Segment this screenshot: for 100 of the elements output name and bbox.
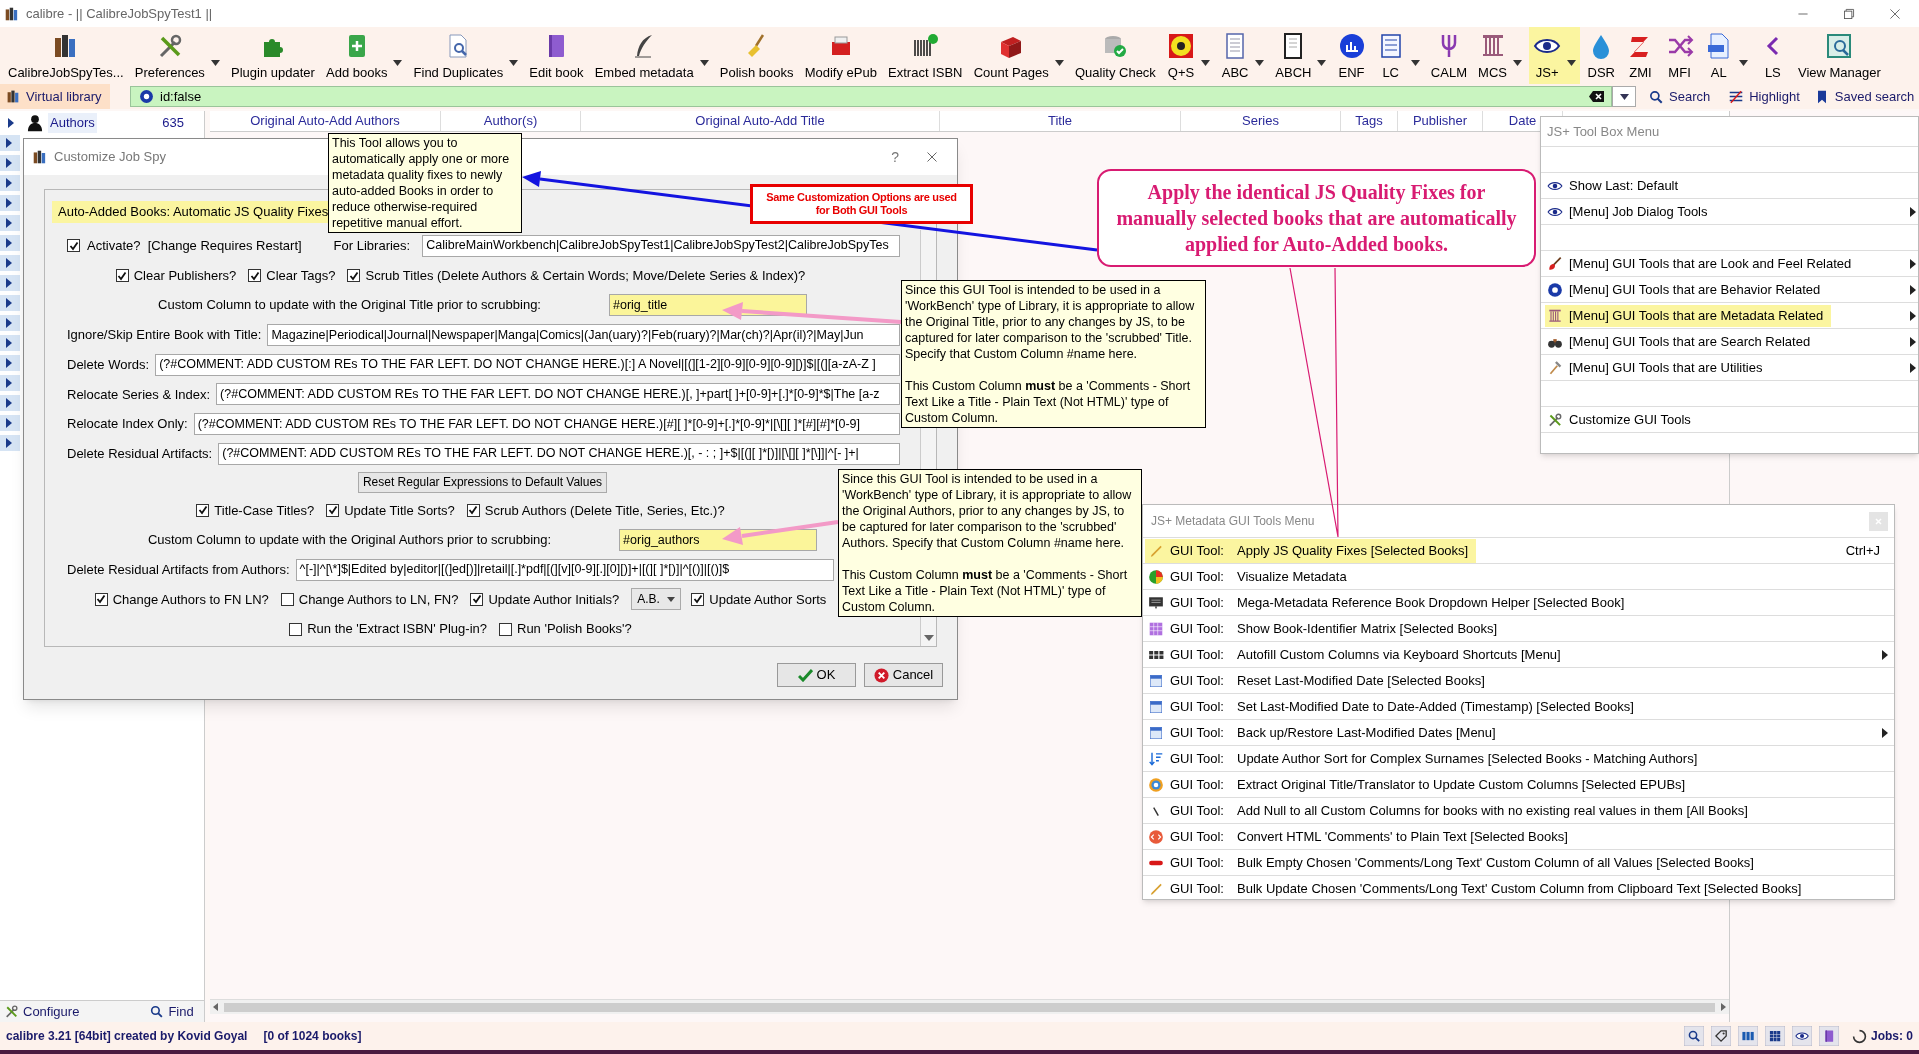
checkbox[interactable] bbox=[115, 269, 129, 283]
column-header[interactable]: Tags bbox=[1341, 111, 1398, 131]
column-header[interactable]: Publisher bbox=[1398, 111, 1483, 131]
toolbar-button[interactable]: Quality Check bbox=[1070, 27, 1160, 84]
cover-grid-icon[interactable] bbox=[1738, 1026, 1758, 1046]
input-field[interactable]: #orig_title bbox=[609, 294, 807, 317]
toolbar-button[interactable]: Count Pages bbox=[969, 27, 1068, 84]
menu-item[interactable]: GUI Tool: Mega-Metadata Reference Book Dropdown Helper [Selected Book] bbox=[1145, 590, 1633, 615]
menu-item[interactable]: GUI Tool: Reset Last-Modified Date [Selected Books] bbox=[1145, 668, 1493, 693]
input-field[interactable]: CalibreMainWorkbench|CalibreJobSpyTest1|CalibreJobSpyTest2|CalibreJobSpyTes bbox=[422, 234, 900, 257]
menu-item[interactable]: [Menu] GUI Tools that are Metadata Related bbox=[1545, 304, 1832, 327]
virtual-library-button[interactable]: Virtual library bbox=[0, 84, 110, 109]
menu-item[interactable]: GUI Tool: Apply JS Quality Fixes [Selected Books] bbox=[1145, 538, 1477, 563]
menu-item[interactable]: Customize GUI Tools bbox=[1545, 408, 1699, 431]
input-field[interactable]: #orig_authors bbox=[619, 529, 818, 552]
input-field[interactable]: (?#COMMENT: ADD CUSTOM REs TO THE FAR LEFT. DO NOT CHANGE HERE.)[, ]+part[ ]+[0-9]+[.]*[0-9]*$|The [a-z bbox=[216, 383, 900, 406]
ok-button[interactable]: OK bbox=[777, 663, 856, 687]
configure-button[interactable]: Configure bbox=[4, 1001, 80, 1022]
dropdown-arrow-icon[interactable] bbox=[1201, 59, 1210, 66]
dropdown-arrow-icon[interactable] bbox=[1255, 59, 1265, 66]
checkbox[interactable] bbox=[280, 592, 294, 606]
menu-item[interactable]: GUI Tool: Set Last-Modified Date to Date-Added (Timestamp) [Selected Books] bbox=[1145, 694, 1642, 719]
menu-item[interactable]: [Menu] GUI Tools that are Behavior Related bbox=[1545, 278, 1829, 301]
saved-search-button[interactable]: Saved search bbox=[1813, 86, 1915, 107]
toolbar-button[interactable]: Preferences bbox=[130, 27, 224, 84]
dropdown-arrow-icon[interactable] bbox=[1513, 59, 1522, 66]
column-header[interactable]: Original Auto-Add Authors bbox=[210, 111, 441, 131]
column-header[interactable]: Original Auto-Add Title bbox=[581, 111, 940, 131]
chart-icon[interactable] bbox=[1337, 31, 1366, 60]
menu-item[interactable]: GUI Tool: Update Author Sort for Complex Surnames [Selected Books - Matching Authors] bbox=[1145, 746, 1706, 771]
eye-icon[interactable] bbox=[1792, 1026, 1812, 1046]
toolbar-button[interactable]: Find Duplicates bbox=[409, 27, 523, 84]
menu-item[interactable]: GUI Tool: Visualize Metadata bbox=[1145, 564, 1355, 589]
input-field[interactable]: (?#COMMENT: ADD CUSTOM REs TO THE FAR LEFT. DO NOT CHANGE HERE.)[:] A Novel|[(][1-2][0-9][0-9][0-9][)]$|[(][a-zA-Z ] bbox=[155, 353, 900, 376]
toolbar-button[interactable]: MFI bbox=[1661, 27, 1698, 84]
toolbar-button[interactable]: Q+S bbox=[1163, 27, 1214, 84]
toolbar-button[interactable]: JS+ bbox=[1529, 27, 1581, 84]
toolbar-button[interactable]: DSR bbox=[1583, 27, 1620, 84]
menu-item[interactable]: GUI Tool: Bulk Empty Chosen 'Comments/Long Text' Custom Column of all Values [Selected Books] bbox=[1145, 850, 1762, 875]
input-field[interactable]: ^[-]|^[\*]$|Edited by|editor|[(]ed[)]|retail|[.]*pdf|[(][v][0-9][.][0][)]+|[(][ ]*[)]|^[()]|[()]$ bbox=[295, 558, 834, 581]
input-field[interactable]: (?#COMMENT: ADD CUSTOM REs TO THE FAR LEFT. DO NOT CHANGE HERE.)[#][ ]*[0-9]+[.]*[0-9]*|[\[][ ]*[#][#]*[0-9] bbox=[193, 412, 900, 435]
clear-icon[interactable] bbox=[1589, 90, 1605, 103]
toolbar-button[interactable]: LC bbox=[1372, 27, 1424, 84]
menu-item[interactable]: [Menu] GUI Tools that are Search Related bbox=[1545, 330, 1819, 353]
menu-item[interactable]: [Menu] GUI Tools that are Look and Feel Related bbox=[1545, 252, 1860, 275]
menu-item[interactable]: GUI Tool: Bulk Update Chosen 'Comments/Long Text' Custom Column from Clipboard Text [Selected Books] bbox=[1145, 876, 1810, 901]
toolbar-button[interactable]: MCS bbox=[1474, 27, 1526, 84]
dropdown-arrow-icon[interactable] bbox=[393, 59, 403, 66]
scrollbar[interactable] bbox=[210, 999, 1729, 1014]
toolbar-button[interactable]: CALM bbox=[1426, 27, 1471, 84]
menu-item[interactable]: GUI Tool: Convert HTML 'Comments' to Plain Text [Selected Books] bbox=[1145, 824, 1576, 849]
category-label[interactable]: Authors bbox=[48, 113, 97, 133]
dropdown-arrow-icon[interactable] bbox=[509, 59, 519, 66]
toolbar-button[interactable]: AL bbox=[1700, 27, 1752, 84]
toolbar-button[interactable]: ENF bbox=[1333, 27, 1370, 84]
toolbar-button[interactable]: Extract ISBN bbox=[884, 27, 967, 84]
reset-button[interactable]: Reset Regular Expressions to Default Values bbox=[357, 471, 608, 493]
menu-item[interactable]: [Menu] GUI Tools that are Utilities bbox=[1545, 356, 1771, 379]
column-header[interactable]: Title bbox=[940, 111, 1181, 131]
cancel-button[interactable]: Cancel bbox=[864, 663, 943, 687]
dropdown-arrow-icon[interactable] bbox=[1054, 59, 1064, 66]
menu-item[interactable]: Show Last: Default bbox=[1545, 174, 1687, 197]
input-field[interactable]: (?#COMMENT: ADD CUSTOM REs TO THE FAR LEFT. DO NOT CHANGE HERE.)[, - : ; ]+$|[(][ ]*[)]|[\[][ ]*[\]]|^[- ]+| bbox=[218, 442, 900, 465]
tag-icon[interactable] bbox=[1711, 1026, 1731, 1046]
toolbar-button[interactable]: ABCH bbox=[1271, 27, 1331, 84]
highlight-button[interactable]: Highlight bbox=[1728, 86, 1800, 107]
checkbox[interactable] bbox=[470, 592, 484, 606]
help-button[interactable]: ? bbox=[891, 146, 899, 168]
checkbox[interactable] bbox=[499, 622, 512, 636]
close-icon[interactable] bbox=[925, 150, 939, 164]
toolbar-button[interactable]: ABC bbox=[1217, 27, 1269, 84]
search-button[interactable]: Search bbox=[1648, 86, 1711, 107]
toolbar-button[interactable]: Embed metadata bbox=[590, 27, 713, 84]
settings-icon[interactable] bbox=[139, 89, 154, 104]
dropdown-arrow-icon[interactable] bbox=[1738, 59, 1748, 66]
input-field[interactable]: Magazine|Periodical|Journal|Newspaper|Manga|Comics|(Jan(uary)?|Feb(ruary)?|Mar(ch)?|Apr(il)?|May|Jun bbox=[267, 323, 900, 346]
toolbar-button[interactable]: Plugin updater bbox=[227, 27, 319, 84]
menu-item[interactable]: GUI Tool: Autofill Custom Columns via Keyboard Shortcuts [Menu] bbox=[1145, 642, 1569, 667]
dropdown-arrow-icon[interactable] bbox=[210, 59, 220, 66]
book-icon[interactable] bbox=[1819, 1026, 1839, 1046]
dropdown-button[interactable] bbox=[1612, 86, 1636, 107]
menu-item[interactable]: [Menu] Job Dialog Tools bbox=[1545, 200, 1716, 223]
column-header[interactable]: Author(s) bbox=[441, 111, 581, 131]
find-button[interactable]: Find bbox=[149, 1001, 194, 1022]
column-header[interactable]: Series bbox=[1181, 111, 1341, 131]
menu-item[interactable]: GUI Tool: Add Null to all Custom Columns for books with no existing real values in them [All Books] bbox=[1145, 798, 1756, 823]
dropdown-arrow-icon[interactable] bbox=[1410, 59, 1420, 66]
toolbar-button[interactable]: Polish books bbox=[715, 27, 798, 84]
menu-item[interactable]: GUI Tool: Show Book-Identifier Matrix [Selected Books] bbox=[1145, 616, 1506, 641]
checkbox[interactable] bbox=[248, 269, 262, 283]
dropdown-arrow-icon[interactable] bbox=[1317, 59, 1327, 66]
dropdown[interactable]: A.B. bbox=[631, 588, 682, 611]
scroll-down-icon[interactable] bbox=[923, 634, 934, 642]
toolbar-button[interactable]: CalibreJobSpyTes... bbox=[4, 27, 128, 84]
toolbar-button[interactable]: Add books bbox=[322, 27, 407, 84]
checkbox[interactable] bbox=[691, 592, 705, 606]
checkbox[interactable] bbox=[196, 503, 210, 517]
toolbar-button[interactable]: Edit book bbox=[525, 27, 588, 84]
toolbar-button[interactable]: View Manager bbox=[1794, 27, 1885, 84]
menu-item[interactable]: GUI Tool: Back up/Restore Last-Modified Dates [Menu] bbox=[1145, 720, 1504, 745]
